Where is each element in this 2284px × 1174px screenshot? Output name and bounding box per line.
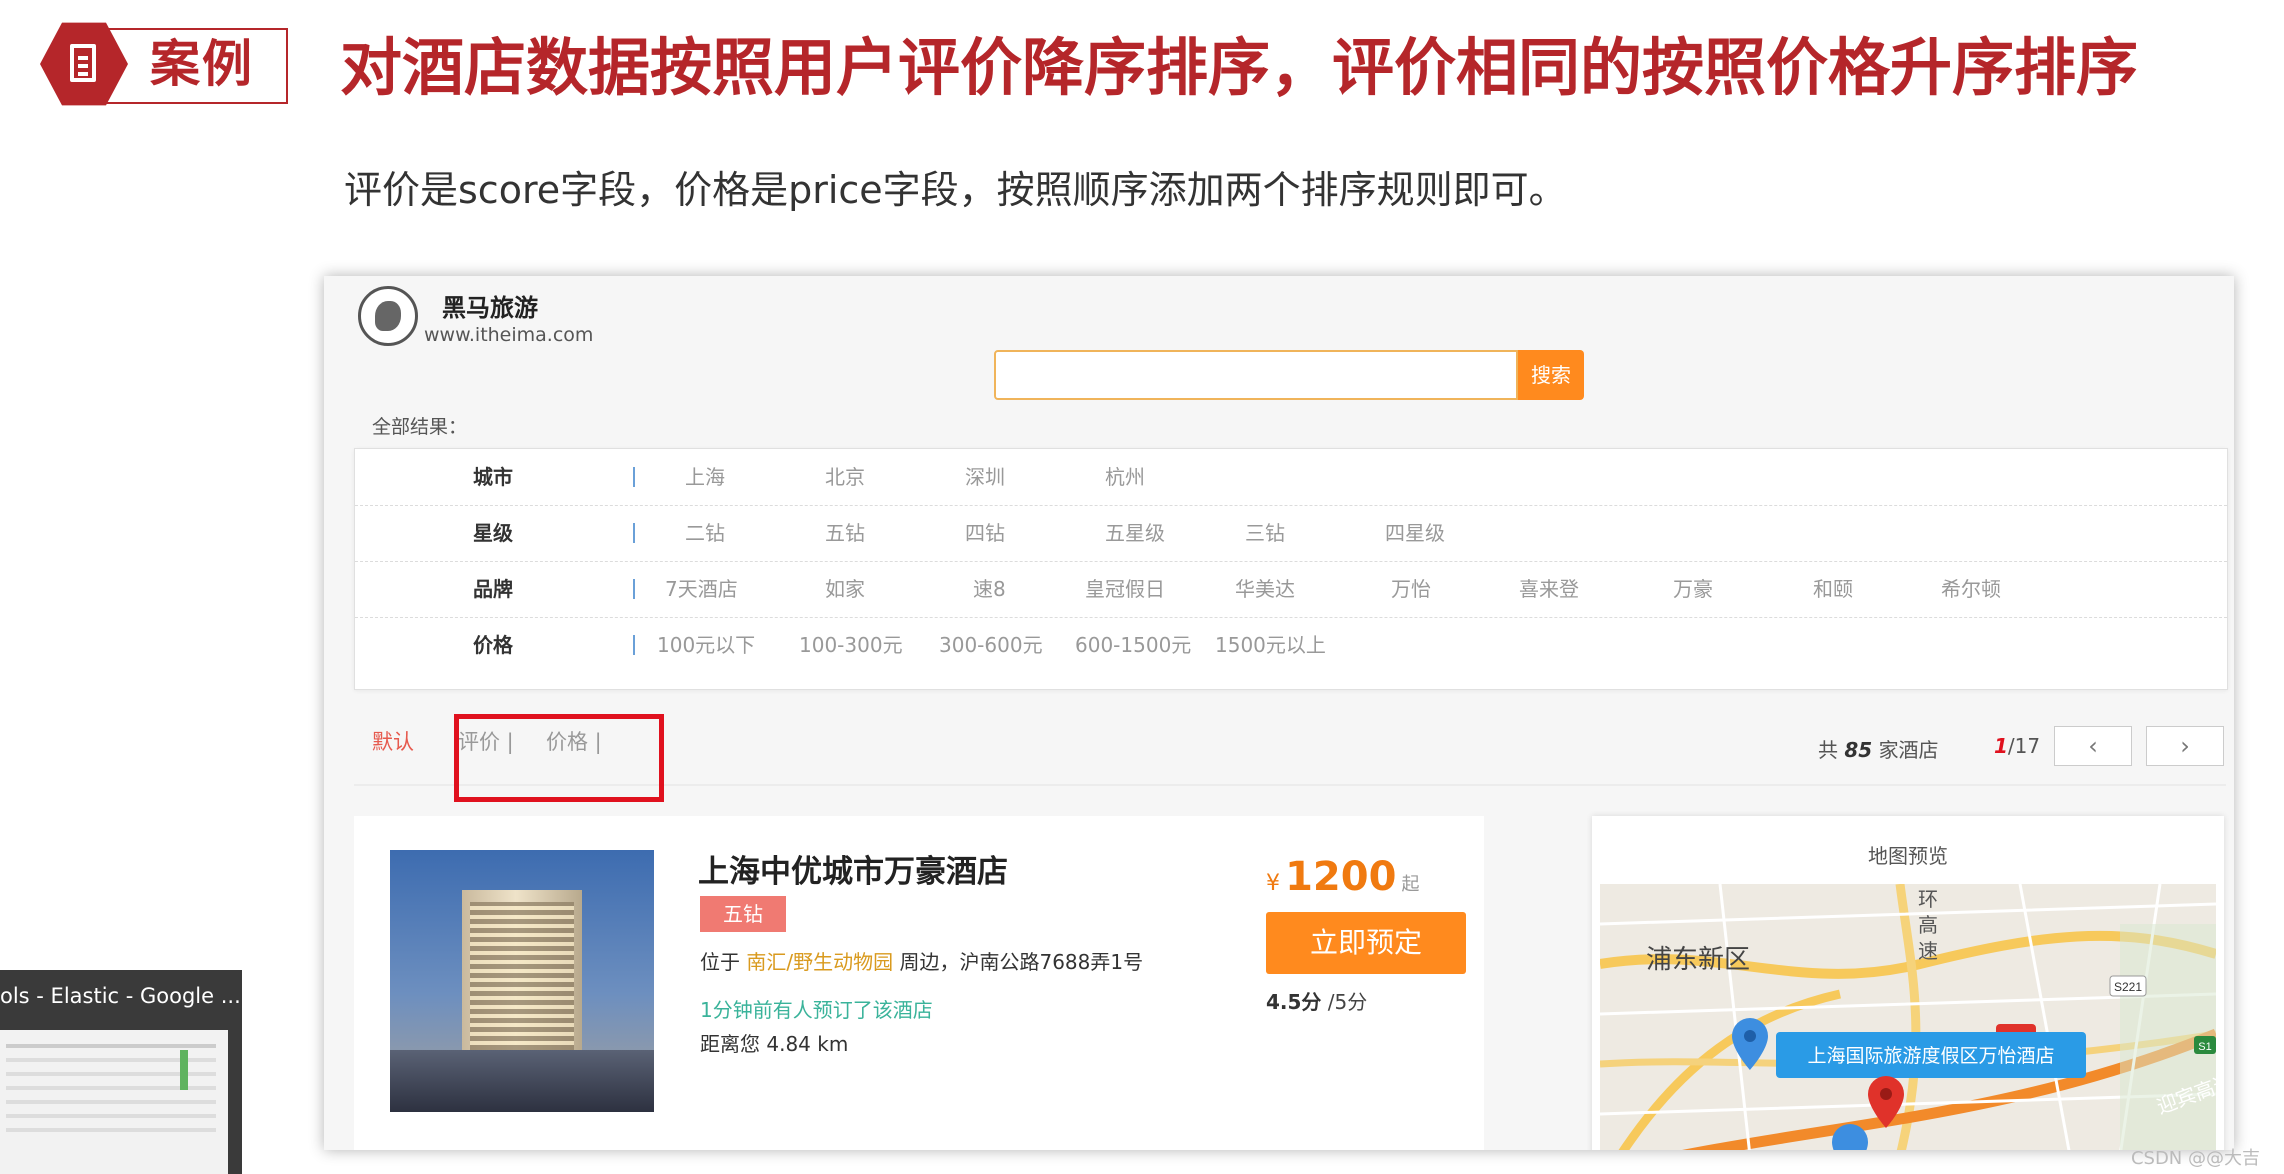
filter-option[interactable]: 100-300元 [799,617,903,673]
window-preview-title: ols - Elastic - Google ... [0,984,241,1008]
filter-row-price: 价格 100元以下 100-300元 300-600元 600-1500元 15… [355,617,2227,673]
filter-option[interactable]: 五钻 [825,505,865,561]
filter-option[interactable]: 喜来登 [1519,561,1579,617]
hotel-image[interactable] [390,850,654,1112]
hotel-map-label[interactable]: 上海国际旅游度假区万怡酒店 [1807,1045,2054,1067]
area-link[interactable]: 南汇/野生动物园 [746,950,893,974]
filter-option[interactable]: 深圳 [965,449,1005,505]
sort-default[interactable]: 默认 [372,726,414,756]
case-badge: 案例 [40,20,288,108]
filter-option[interactable]: 600-1500元 [1075,617,1191,673]
road-sign: S221 [2114,980,2142,994]
filter-option[interactable]: 二钻 [685,505,725,561]
search-input[interactable] [994,350,1518,400]
map-road-label: 环 [1918,887,1938,911]
next-page-button[interactable]: › [2146,726,2224,766]
filter-option[interactable]: 1500元以上 [1215,617,1326,673]
map-preview: 地图预览 S221 S1 浦东新区 环 高 速 迎宾高速 上海国际旅游度假区万怡… [1592,816,2224,1150]
site-url: www.itheima.com [424,324,594,346]
filter-option[interactable]: 皇冠假日 [1085,561,1165,617]
filter-option[interactable]: 上海 [685,449,725,505]
filter-option[interactable]: 华美达 [1235,561,1295,617]
filter-option[interactable]: 三钻 [1245,505,1285,561]
filter-option[interactable]: 和颐 [1813,561,1853,617]
hotel-address: 位于 南汇/野生动物园 周边，沪南公路7688弄1号 [700,950,1144,974]
book-now-button[interactable]: 立即预定 [1266,912,1466,974]
slide-subtitle: 评价是score字段，价格是price字段，按照顺序添加两个排序规则即可。 [344,168,1567,212]
filter-option[interactable]: 北京 [825,449,865,505]
site-name[interactable]: 黑马旅游 [442,288,538,323]
map-road-label: 高 [1918,913,1938,937]
filter-option[interactable]: 四星级 [1385,505,1445,561]
filter-option[interactable]: 如家 [825,561,865,617]
filter-option[interactable]: 四钻 [965,505,1005,561]
filter-option[interactable]: 杭州 [1105,449,1145,505]
distance: 距离您 4.84 km [700,1032,849,1056]
filter-option[interactable]: 万豪 [1673,561,1713,617]
filter-option[interactable]: 五星级 [1105,505,1165,561]
prev-page-button[interactable]: ‹ [2054,726,2132,766]
recent-booking: 1分钟前有人预订了该酒店 [700,998,933,1022]
filter-divider [633,467,635,487]
filter-label-brand: 品牌 [473,577,513,601]
filter-row-star: 星级 二钻 五钻 四钻 五星级 三钻 四星级 [355,505,2227,562]
filter-label-star: 星级 [473,521,513,545]
horse-logo-icon[interactable] [358,286,418,346]
total-count: 共 85 家酒店 [1818,738,1939,762]
filter-option[interactable]: 300-600元 [939,617,1043,673]
map-road-label: 速 [1918,939,1938,963]
watermark: CSDN @@大吉 [2130,1148,2260,1169]
filter-row-brand: 品牌 7天酒店 如家 速8 皇冠假日 华美达 万怡 喜来登 万豪 和颐 希尔顿 [355,561,2227,618]
hotel-rating: 4.5分 /5分 [1266,990,1368,1014]
filter-divider [633,635,635,655]
page-indicator: 1/17 [1994,734,2041,758]
hotel-site-screenshot: 黑马旅游 www.itheima.com 搜索 全部结果： 城市 上海 北京 深… [324,276,2234,1150]
case-badge-label: 案例 [150,35,254,93]
star-badge: 五钻 [700,896,786,932]
search-button[interactable]: 搜索 [1518,350,1584,400]
filter-label-city: 城市 [473,465,513,489]
highlight-box [454,714,664,802]
taskbar-window-preview[interactable]: ols - Elastic - Google ... [0,970,242,1174]
map-title: 地图预览 [1868,844,1948,868]
map-district: 浦东新区 [1646,945,1750,975]
hotel-card: 上海中优城市万豪酒店 五钻 位于 南汇/野生动物园 周边，沪南公路7688弄1号… [354,816,1484,1150]
filter-option[interactable]: 希尔顿 [1941,561,2001,617]
filter-divider [633,523,635,543]
window-preview-image [0,1030,228,1174]
filter-divider [633,579,635,599]
filter-label-price: 价格 [473,633,513,657]
map-canvas[interactable]: S221 S1 浦东新区 环 高 速 迎宾高速 上海国际旅游度假区万怡酒店 [1600,884,2216,1150]
filter-panel: 城市 上海 北京 深圳 杭州 星级 二钻 五钻 四钻 五星级 三钻 四星级 品牌… [354,448,2228,690]
filter-row-city: 城市 上海 北京 深圳 杭州 [355,449,2227,506]
hotel-name[interactable]: 上海中优城市万豪酒店 [698,846,1008,891]
filter-option[interactable]: 万怡 [1391,561,1431,617]
hotel-price: ¥ 1200 起 [1266,854,1420,900]
road-sign: S1 [2198,1041,2211,1053]
slide-title: 对酒店数据按照用户评价降序排序，评价相同的按照价格升序排序 [340,31,2139,104]
all-results-label: 全部结果： [372,416,468,438]
filter-option[interactable]: 7天酒店 [665,561,738,617]
sort-bar: 默认 评价 | 价格 | 共 85 家酒店 1/17 ‹ › [354,704,2226,802]
filter-option[interactable]: 100元以下 [657,617,755,673]
filter-option[interactable]: 速8 [973,561,1006,617]
